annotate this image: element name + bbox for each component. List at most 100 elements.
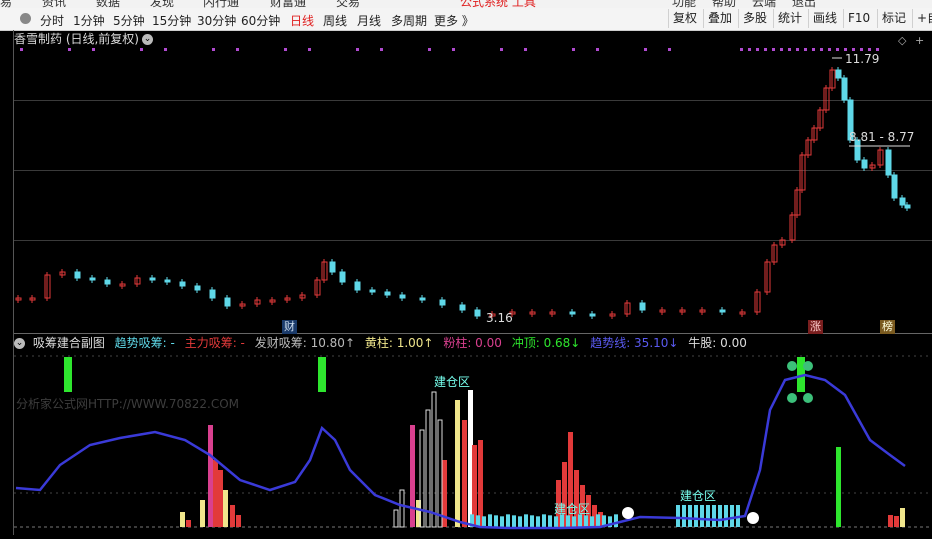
candle-body (589, 313, 596, 317)
signal-icon (622, 507, 634, 519)
bull-signal-icon (803, 361, 813, 371)
indicator-column (478, 440, 483, 527)
trend-absorb-column (694, 505, 698, 527)
trend-absorb-column (706, 505, 710, 527)
trend-absorb-column (536, 516, 540, 527)
trend-absorb-column (482, 516, 486, 527)
signal-dot (524, 48, 527, 51)
green-signal-bar (318, 357, 326, 392)
bull-signal-icon (787, 393, 797, 403)
candle-body (369, 289, 376, 293)
indicator-column (230, 505, 235, 527)
trend-absorb-column (530, 515, 534, 527)
signal-dot (876, 48, 879, 51)
signal-dot (284, 48, 287, 51)
trend-absorb-column (512, 515, 516, 527)
hollow-column (393, 509, 399, 528)
high-price-label: 11.79 (845, 52, 880, 66)
trend-absorb-column (700, 505, 704, 527)
indicator-column (186, 520, 191, 527)
signal-dot (852, 48, 855, 51)
signal-dot (796, 48, 799, 51)
signal-dot (68, 48, 71, 51)
signal-dot (380, 48, 383, 51)
trend-absorb-column (494, 515, 498, 527)
trend-absorb-column (688, 505, 692, 527)
signal-icon (747, 512, 759, 524)
ranking-marker[interactable]: 榜 (880, 320, 895, 334)
trend-absorb-column (730, 505, 734, 527)
candle-body (384, 291, 391, 296)
candle-body (149, 277, 156, 281)
indicator-column (888, 515, 893, 527)
candle-body (474, 309, 481, 317)
candle-body (104, 279, 111, 285)
signal-dot (20, 48, 23, 51)
limit-up-marker[interactable]: 涨 (808, 320, 823, 334)
trend-absorb-column (566, 515, 570, 527)
trend-absorb-column (518, 516, 522, 527)
indicator-column (900, 508, 905, 527)
candle-body (89, 277, 96, 281)
last-price-label: 8.81 - 8.77 (849, 130, 915, 144)
hollow-column (431, 391, 437, 528)
signal-dot (788, 48, 791, 51)
indicator-column (218, 470, 223, 527)
indicator-info-bar: ⌄ 吸筹建合副图 趋势吸筹: - 主力吸筹: - 发财吸筹: 10.80↑ 黄柱… (14, 335, 753, 351)
signal-dot (772, 48, 775, 51)
bull-signal-icon (787, 361, 797, 371)
candle-body (569, 311, 576, 315)
indicator-column (200, 500, 205, 527)
build-zone-label: 建仓区 (554, 502, 591, 516)
candle-body (74, 271, 81, 279)
signal-dot (452, 48, 455, 51)
finance-marker[interactable]: 财 (282, 320, 297, 334)
trend-absorb-column (590, 516, 594, 527)
hollow-column (425, 409, 431, 528)
signal-dot (500, 48, 503, 51)
signal-dot (820, 48, 823, 51)
build-zone-label: 建仓区 (680, 489, 717, 503)
build-zone-label: 建仓区 (434, 375, 471, 389)
candle-body (439, 299, 446, 306)
signal-dot (428, 48, 431, 51)
candle-body (719, 309, 726, 313)
signal-dot (740, 48, 743, 51)
candle-body (179, 281, 186, 287)
signal-dot (356, 48, 359, 51)
green-signal-bar (64, 357, 72, 392)
trend-absorb-column (614, 514, 618, 527)
trendline-value: 趋势线: 35.10↓ (590, 336, 679, 350)
signal-dot (92, 48, 95, 51)
candle-body (354, 281, 361, 291)
hollow-column (437, 419, 443, 528)
trend-absorb-column (584, 515, 588, 527)
candle-body (891, 174, 898, 199)
indicator-column (836, 447, 841, 527)
bull-signal-icon (803, 393, 813, 403)
indicator-column (462, 420, 467, 527)
candle-body (639, 302, 646, 311)
trend-absorb-column (712, 505, 716, 527)
trend-absorb-column (506, 514, 510, 527)
main-absorb-value: 主力吸筹: - (184, 336, 245, 350)
candle-body (339, 271, 346, 283)
candle-body (885, 149, 892, 176)
candle-body (835, 69, 842, 79)
chevron-down-icon[interactable]: ⌄ (14, 338, 25, 349)
indicator-column (223, 490, 228, 527)
indicator-column (208, 425, 213, 527)
indicator-column (180, 512, 185, 527)
candle-body (899, 197, 906, 206)
signal-dot (572, 48, 575, 51)
signal-dot (836, 48, 839, 51)
signal-dot (644, 48, 647, 51)
trend-absorb-column (548, 515, 552, 527)
candle-body (399, 294, 406, 299)
signal-dot (164, 48, 167, 51)
yellow-bar-value: 黄柱: 1.00↑ (364, 336, 434, 350)
candle-body (194, 285, 201, 291)
trend-absorb-value: 趋势吸筹: - (114, 336, 175, 350)
signal-dot (756, 48, 759, 51)
trend-absorb-column (724, 505, 728, 527)
